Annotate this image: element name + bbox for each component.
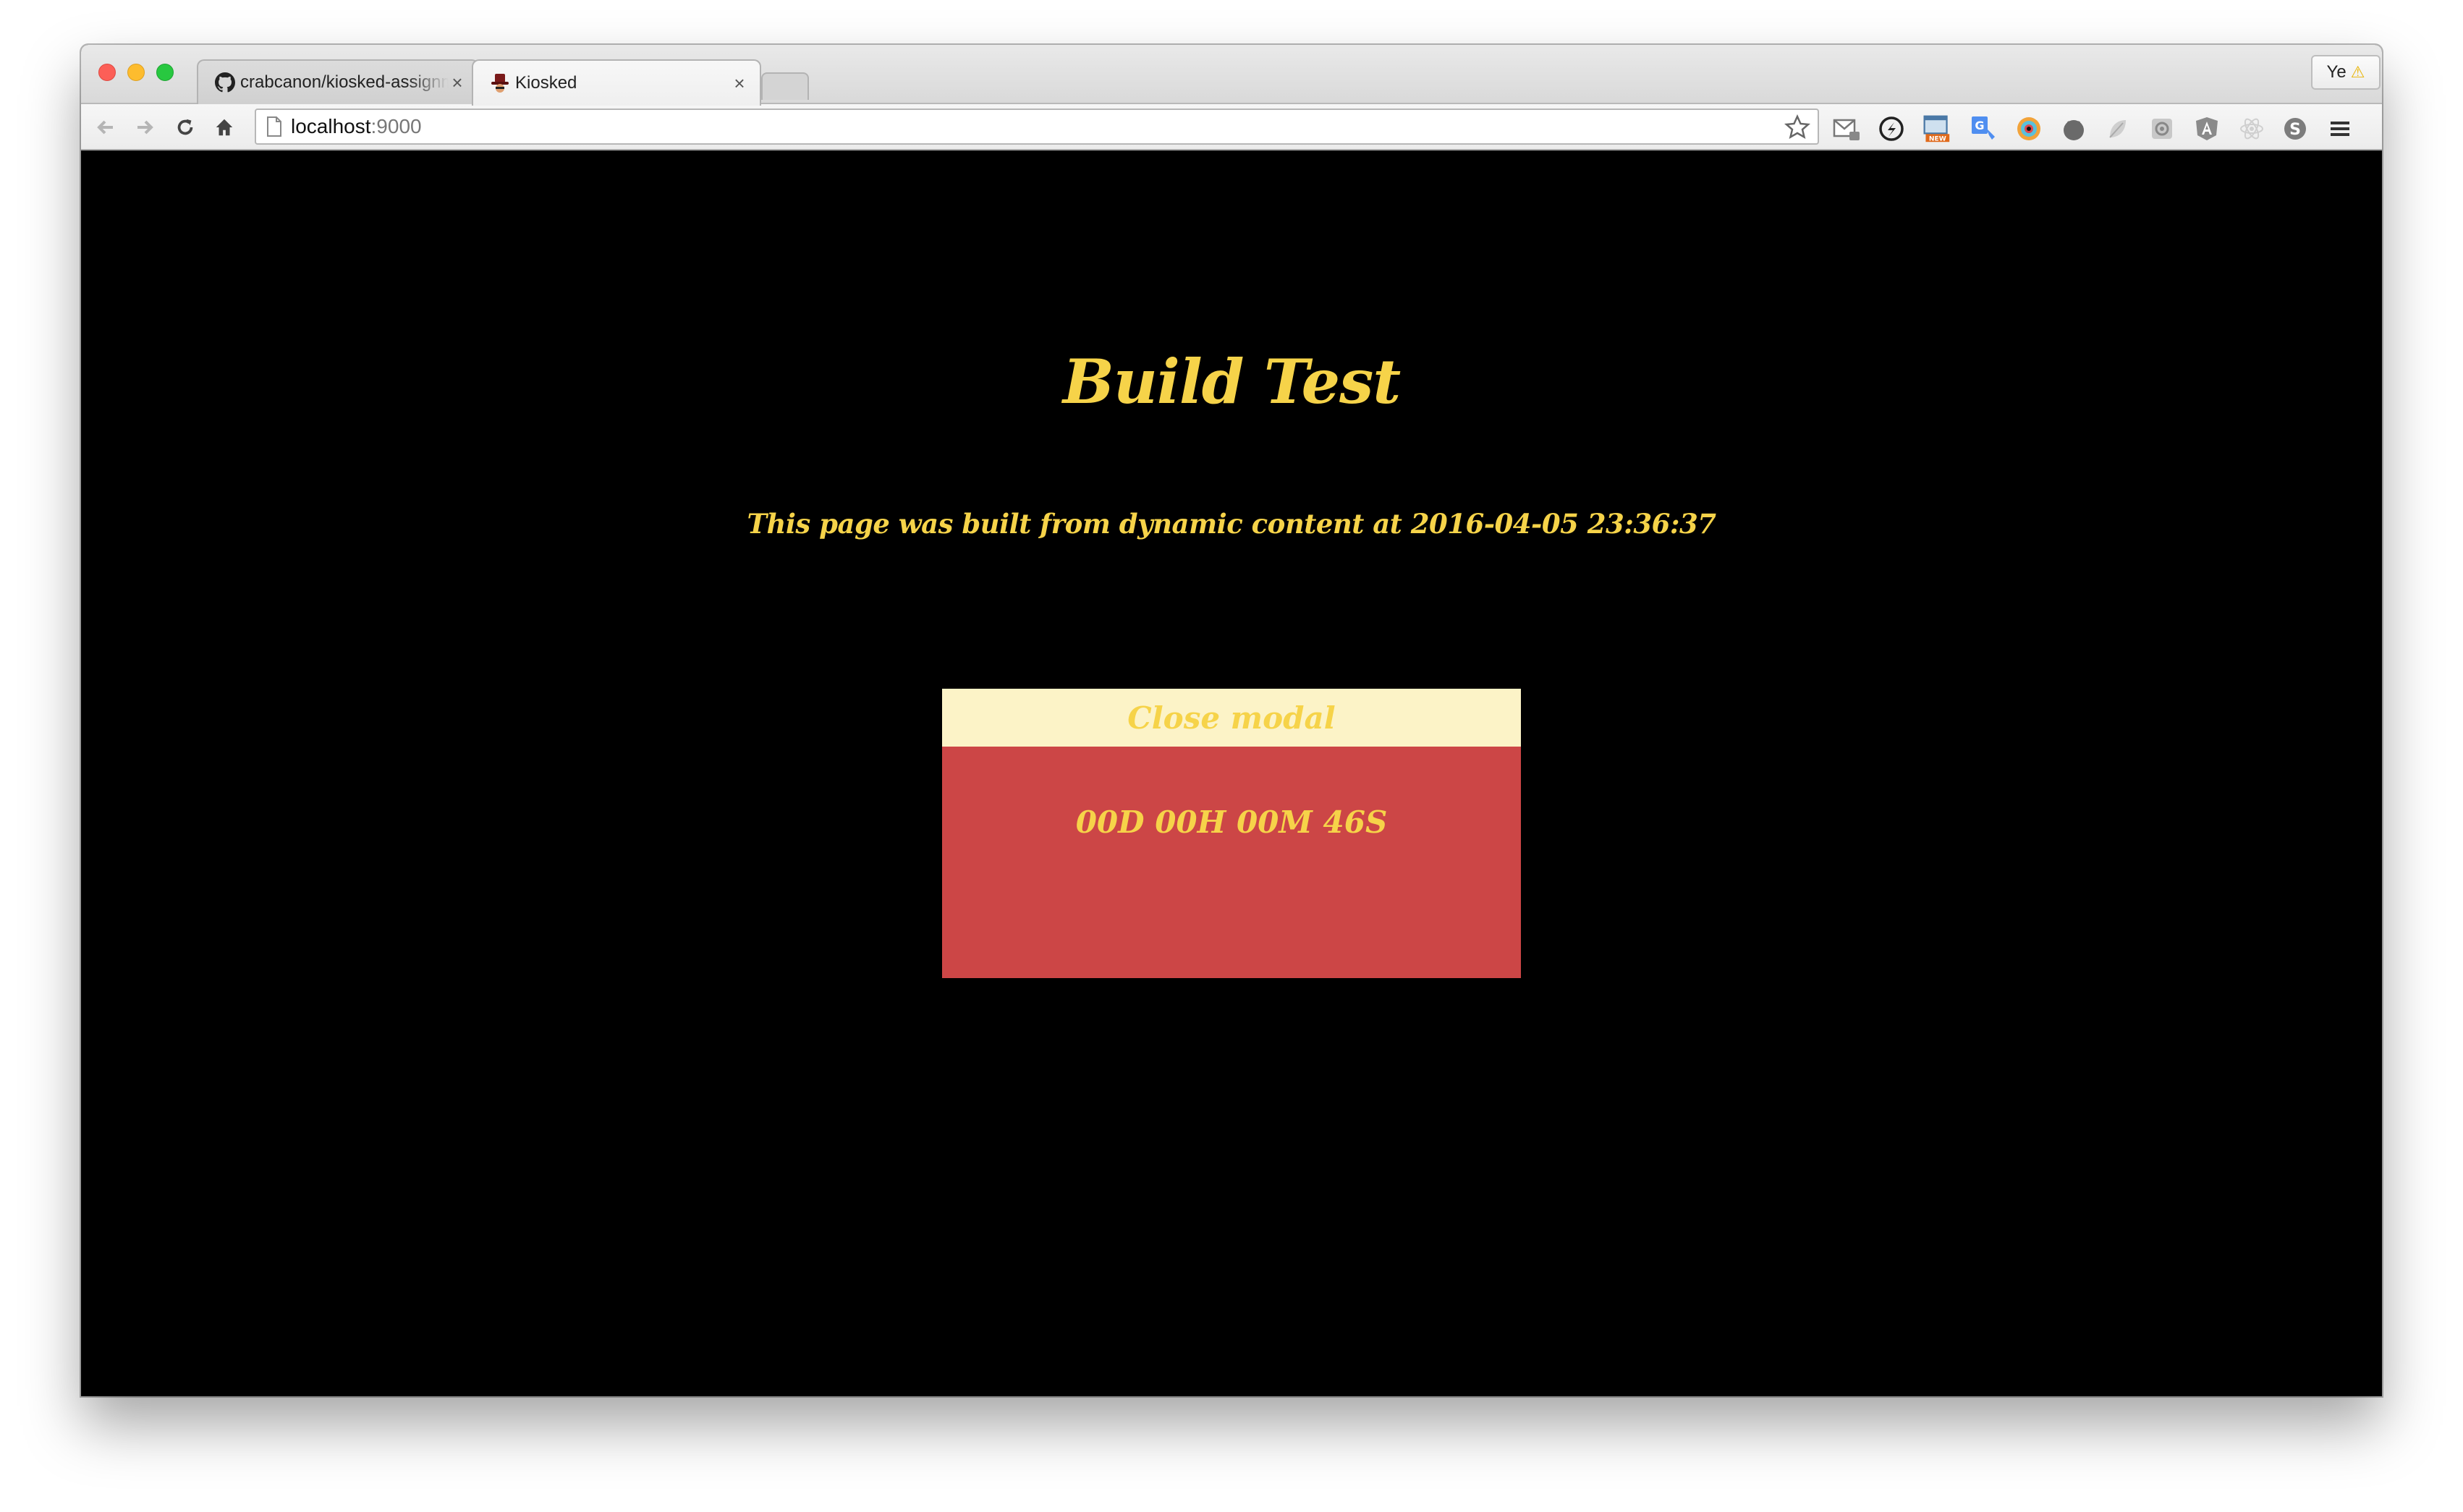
kiosked-hat-icon xyxy=(489,72,511,94)
compass-icon[interactable] xyxy=(1877,114,1906,143)
browser-toolbar: localhost:9000 NEW G S xyxy=(81,104,2382,150)
forward-arrow-icon[interactable] xyxy=(130,113,159,142)
back-arrow-icon[interactable] xyxy=(91,113,120,142)
new-tab-button[interactable] xyxy=(761,72,809,100)
gmail-checker-icon[interactable] xyxy=(1832,114,1861,143)
gear-cog-icon[interactable] xyxy=(2148,114,2176,143)
skype-icon[interactable]: S xyxy=(2281,114,2310,143)
google-translate-icon[interactable]: G xyxy=(1970,114,1998,143)
menu-hamburger-icon[interactable] xyxy=(2326,114,2354,143)
close-tab-icon[interactable]: × xyxy=(731,72,748,95)
warning-icon: ⚠ xyxy=(2350,63,2365,81)
gray-leaf-icon[interactable] xyxy=(2103,114,2132,143)
tab-github[interactable]: crabcanon/kiosked-assignment × xyxy=(197,59,479,104)
countdown-timer: 00D 00H 00M 46S xyxy=(1075,804,1388,840)
close-modal-button[interactable]: Close modal xyxy=(942,689,1521,747)
close-tab-icon[interactable]: × xyxy=(449,72,466,94)
github-icon xyxy=(214,72,236,93)
tab-title: crabcanon/kiosked-assignment xyxy=(240,72,449,92)
svg-text:G: G xyxy=(1975,119,1984,132)
url-port: :9000 xyxy=(370,115,422,137)
close-window-button[interactable] xyxy=(98,64,116,81)
reload-icon[interactable] xyxy=(171,113,200,142)
tab-strip: crabcanon/kiosked-assignment × Kiosked ×… xyxy=(81,45,2382,106)
react-icon[interactable] xyxy=(2237,114,2266,143)
page-icon xyxy=(267,116,281,137)
new-feature-icon[interactable]: NEW xyxy=(1922,114,1951,143)
home-icon[interactable] xyxy=(210,113,239,142)
svg-text:S: S xyxy=(2289,121,2301,139)
modal-body: 00D 00H 00M 46S xyxy=(942,747,1521,978)
profile-name: Ye xyxy=(2326,62,2347,82)
page-title: Build Test xyxy=(1062,346,1401,417)
svg-text:NEW: NEW xyxy=(1929,135,1946,143)
browser-window: crabcanon/kiosked-assignment × Kiosked ×… xyxy=(81,45,2382,1396)
bookmark-star-icon[interactable] xyxy=(1784,114,1810,140)
url-host: localhost xyxy=(291,115,371,137)
tab-title: Kiosked xyxy=(515,73,577,93)
profile-button[interactable]: Ye ⚠ xyxy=(2311,55,2381,90)
minimize-window-button[interactable] xyxy=(127,64,145,81)
angular-icon[interactable] xyxy=(2192,114,2221,143)
maximize-window-button[interactable] xyxy=(156,64,174,81)
address-bar[interactable]: localhost:9000 xyxy=(255,109,1819,145)
tab-kiosked[interactable]: Kiosked × xyxy=(472,59,761,106)
dark-circle-icon[interactable] xyxy=(2059,114,2088,143)
build-info-text: This page was built from dynamic content… xyxy=(747,508,1716,540)
color-picker-icon[interactable] xyxy=(2014,114,2043,143)
page-content: Build Test This page was built from dyna… xyxy=(81,150,2382,1396)
modal-dialog: Close modal 00D 00H 00M 46S xyxy=(942,689,1521,978)
